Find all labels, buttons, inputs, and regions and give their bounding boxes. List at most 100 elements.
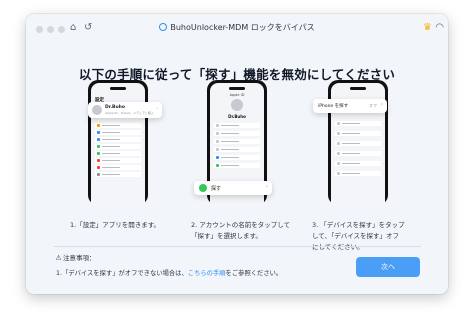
note-text-after: をご参照ください。: [225, 270, 283, 277]
settings-row-line: [342, 153, 360, 154]
settings-row: [95, 123, 141, 128]
find-my-card: 探す ›: [194, 181, 272, 195]
settings-row-line: [342, 143, 360, 144]
find-iphone-label: iPhone を探す: [318, 104, 349, 109]
note-text: 1.「デバイスを探す」がオフできない場合は、こちらの手順をご参照ください。: [56, 269, 282, 279]
title-bar: ⌂ ↺ BuhoUnlocker-MDM ロックをバイパス ♛ ◠: [26, 14, 448, 42]
chevron-right-icon: ›: [156, 106, 158, 112]
settings-row-icon: [216, 148, 219, 151]
settings-row: [335, 151, 381, 156]
avatar: [92, 105, 102, 115]
step-1-line: 1.「設定」アプリを開きます。: [70, 221, 161, 229]
settings-row-line: [342, 173, 360, 174]
settings-row: [335, 131, 381, 136]
settings-row-line: [221, 157, 239, 158]
account-name: Dr.Buho: [228, 114, 246, 119]
find-my-icon: [199, 184, 207, 192]
settings-row-line: [342, 123, 360, 124]
settings-row: [335, 141, 381, 146]
app-title-text: BuhoUnlocker-MDM ロックをバイパス: [170, 23, 315, 32]
settings-row: [214, 139, 260, 144]
settings-row-icon: [337, 162, 340, 165]
settings-row-icon: [216, 164, 219, 167]
settings-row-line: [102, 132, 120, 133]
settings-row-line: [221, 133, 239, 134]
settings-row-icon: [97, 138, 100, 141]
settings-row: [95, 137, 141, 142]
next-button[interactable]: 次へ: [356, 257, 420, 277]
settings-row-icon: [97, 124, 100, 127]
settings-row-line: [102, 125, 120, 126]
settings-row-line: [221, 141, 239, 142]
settings-row-line: [221, 165, 239, 166]
warning-icon: ⚠: [55, 254, 62, 262]
settings-row-line: [102, 167, 120, 168]
chevron-right-icon: ›: [265, 183, 268, 190]
settings-row: [214, 131, 260, 136]
settings-row-line: [102, 160, 120, 161]
settings-row-icon: [97, 173, 100, 176]
settings-row-icon: [337, 172, 340, 175]
find-my-label: 探す: [211, 186, 222, 192]
settings-row-icon: [97, 166, 100, 169]
step-1-text: 1.「設定」アプリを開きます。: [70, 220, 160, 231]
find-iphone-card: iPhone を探す オフ ›: [313, 99, 387, 113]
settings-row: [214, 155, 260, 160]
settings-row-icon: [216, 132, 219, 135]
settings-row: [335, 161, 381, 166]
settings-row: [335, 171, 381, 176]
settings-row-icon: [337, 152, 340, 155]
settings-row-icon: [97, 159, 100, 162]
settings-row-line: [102, 174, 120, 175]
step-2-text: 2. アカウントの名前をタップして 「探す」を選択します。: [191, 220, 290, 242]
settings-row-icon: [97, 131, 100, 134]
settings-row: [95, 144, 141, 149]
buho-logo-icon: [159, 23, 168, 31]
note-title: ⚠注意事項：: [54, 253, 96, 263]
settings-row-icon: [97, 145, 100, 148]
apple-id-header: Apple ID: [229, 93, 245, 97]
app-title: BuhoUnlocker-MDM ロックをバイパス: [26, 21, 448, 35]
divider: [54, 246, 421, 247]
settings-row-icon: [337, 132, 340, 135]
settings-row: [95, 158, 141, 163]
settings-row: [95, 130, 141, 135]
settings-row: [214, 147, 260, 152]
chevron-right-icon: ›: [380, 101, 383, 108]
step-2-line: 「探す」を選択します。: [191, 232, 262, 240]
settings-row: [95, 165, 141, 170]
support-headset-icon[interactable]: ◠: [435, 21, 444, 35]
settings-row: [95, 172, 141, 177]
settings-row-line: [102, 153, 120, 154]
settings-row-line: [102, 146, 120, 147]
settings-row-icon: [337, 122, 340, 125]
account-card: Dr.Buho Apple ID、iCloud、メディアと購入 ›: [88, 102, 162, 118]
settings-row-line: [342, 163, 360, 164]
settings-row-icon: [97, 152, 100, 155]
step-3-line: 3. 「デバイスを探す」をタップ: [312, 221, 405, 229]
step-3-text: 3. 「デバイスを探す」をタップ して、「デバイスを探す」オフ にしてください。: [312, 220, 405, 253]
crown-icon[interactable]: ♛: [423, 22, 432, 34]
settings-row: [335, 121, 381, 126]
settings-row-icon: [216, 140, 219, 143]
settings-row: [95, 151, 141, 156]
account-name: Dr.Buho: [105, 105, 125, 110]
settings-row-icon: [337, 142, 340, 145]
step-3-line: して、「デバイスを探す」オフ: [312, 232, 400, 240]
step-2-line: 2. アカウントの名前をタップして: [191, 221, 291, 229]
settings-row-line: [221, 149, 239, 150]
settings-row-line: [221, 125, 239, 126]
instructions-link[interactable]: こちらの手順: [188, 270, 226, 277]
note-title-text: 注意事項：: [63, 254, 96, 262]
settings-row-line: [102, 139, 120, 140]
settings-row: [214, 123, 260, 128]
settings-row-line: [342, 133, 360, 134]
avatar: [231, 99, 243, 111]
settings-row-icon: [216, 124, 219, 127]
note-text-before: 1.「デバイスを探す」がオフできない場合は、: [56, 270, 188, 277]
find-iphone-state: オフ: [369, 103, 377, 108]
step-3-line: にしてください。: [312, 243, 364, 251]
settings-row: [214, 163, 260, 168]
account-subtitle: Apple ID、iCloud、メディアと購入: [105, 111, 154, 115]
settings-row-icon: [216, 156, 219, 159]
